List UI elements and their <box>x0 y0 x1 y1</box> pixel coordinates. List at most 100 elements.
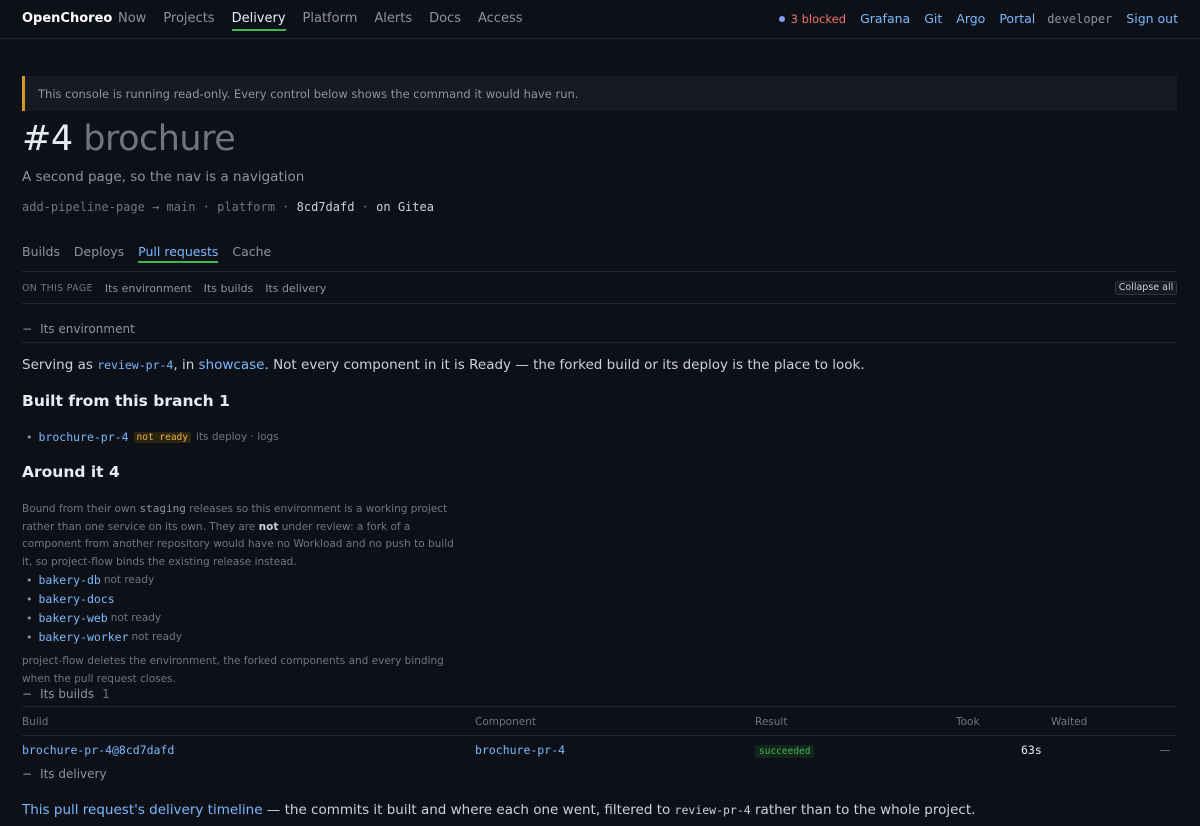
build-link[interactable]: brochure-pr-4@8cd7dafd <box>22 743 174 757</box>
took-value: 63s <box>1021 743 1042 757</box>
text: Serving as <box>22 357 98 373</box>
text: , in <box>173 357 199 373</box>
divider <box>22 303 1177 304</box>
nav-links: Now Projects Delivery Platform Alerts Do… <box>118 11 540 31</box>
brand-logo[interactable]: OpenChoreo <box>22 11 112 26</box>
pr-meta: add-pipeline-page → main · platform · 8c… <box>22 200 434 214</box>
read-only-banner: This console is running read-only. Every… <box>22 76 1177 111</box>
arrow-icon: → <box>152 200 160 214</box>
blocked-indicator[interactable]: 3 blocked <box>778 12 846 26</box>
component-link[interactable]: bakery-worker <box>39 630 129 644</box>
tab-bar: Builds Deploys Pull requests Cache <box>22 244 285 263</box>
nav-link-portal[interactable]: Portal <box>999 11 1035 26</box>
delivery-timeline-link[interactable]: This pull request's delivery timeline <box>22 802 263 818</box>
separator: · <box>202 200 210 214</box>
nav-link-alerts[interactable]: Alerts <box>374 11 412 31</box>
list-item: • bakery-db not ready <box>26 573 154 587</box>
separator: · <box>282 200 290 214</box>
on-this-page-label: ON THIS PAGE <box>22 283 93 294</box>
list-item: • brochure-pr-4 not ready its deploy · l… <box>26 430 279 444</box>
closing-note: project-flow deletes the environment, th… <box>22 655 444 685</box>
jump-delivery[interactable]: Its delivery <box>265 282 326 295</box>
text: Bound from their own <box>22 503 140 515</box>
divider <box>22 271 1177 272</box>
collapse-icon: − <box>22 687 33 701</box>
page-subtitle: A second page, so the nav is a navigatio… <box>22 169 305 185</box>
section-toggle-environment[interactable]: − Its environment <box>22 322 135 336</box>
divider <box>22 735 1177 736</box>
sign-out-link[interactable]: Sign out <box>1126 11 1178 26</box>
component-link[interactable]: bakery-web <box>39 611 108 625</box>
divider <box>22 706 1177 707</box>
nav-link-now[interactable]: Now <box>118 11 146 31</box>
column-header: Build <box>22 716 49 728</box>
on-this-page: ON THIS PAGE Its environment Its builds … <box>22 282 338 295</box>
text: . Not every component in it is Ready — t… <box>264 357 865 373</box>
section-title: Its builds <box>40 687 95 701</box>
around-heading: Around it 4 <box>22 463 120 481</box>
nav-link-grafana[interactable]: Grafana <box>860 11 910 26</box>
bullet-icon: • <box>26 573 33 587</box>
current-user: developer <box>1047 11 1113 26</box>
project-name: platform <box>217 200 275 214</box>
collapse-icon: − <box>22 767 33 781</box>
section-title: Its delivery <box>40 767 107 781</box>
collapse-all-button[interactable]: Collapse all <box>1115 281 1177 295</box>
page-title: #4 brochure <box>22 119 236 159</box>
target-branch: main <box>166 200 196 214</box>
status-text: not ready <box>110 612 162 624</box>
nav-link-delivery[interactable]: Delivery <box>231 11 286 31</box>
status-text: not ready <box>103 574 155 586</box>
status-badge: not ready <box>133 431 191 443</box>
project-link[interactable]: showcase <box>199 357 265 373</box>
component-link[interactable]: brochure-pr-4 <box>475 743 565 757</box>
jump-builds[interactable]: Its builds <box>204 282 254 295</box>
bullet-icon: • <box>26 630 33 644</box>
divider <box>22 342 1177 343</box>
component-link[interactable]: bakery-db <box>39 573 101 587</box>
tab-builds[interactable]: Builds <box>22 244 60 263</box>
nav-link-platform[interactable]: Platform <box>303 11 358 31</box>
environment-name: review-pr-4 <box>674 803 751 817</box>
bullet-icon: • <box>26 611 33 625</box>
bullet-icon: • <box>26 592 33 606</box>
component-link[interactable]: brochure-pr-4 <box>39 430 129 444</box>
nav-link-docs[interactable]: Docs <box>429 11 461 31</box>
branch-name: add-pipeline-page <box>22 200 145 214</box>
list-item: • bakery-docs <box>26 592 118 606</box>
section-title: Its environment <box>40 322 135 336</box>
section-toggle-delivery[interactable]: − Its delivery <box>22 767 107 781</box>
commit-sha: 8cd7dafd <box>296 200 355 214</box>
list-item: • bakery-worker not ready <box>26 630 182 644</box>
tab-cache[interactable]: Cache <box>232 244 271 263</box>
logs-link[interactable]: logs <box>257 431 278 443</box>
pr-number: #4 <box>22 119 73 159</box>
column-header: Took <box>956 716 980 728</box>
status-dot-icon <box>778 15 785 22</box>
column-header: Waited <box>1051 716 1088 728</box>
top-nav: OpenChoreo Now Projects Delivery Platfor… <box>0 0 1200 39</box>
delivery-lead: This pull request's delivery timeline — … <box>22 802 975 818</box>
nav-link-argo[interactable]: Argo <box>956 11 985 26</box>
deploy-link[interactable]: its deploy <box>196 431 247 443</box>
list-item: • bakery-web not ready <box>26 611 161 625</box>
nav-link-projects[interactable]: Projects <box>163 11 214 31</box>
nav-link-git[interactable]: Git <box>924 11 942 26</box>
environment-lead: Serving as review-pr-4, in showcase. Not… <box>22 357 865 373</box>
nav-link-access[interactable]: Access <box>478 11 523 31</box>
jump-environment[interactable]: Its environment <box>105 282 192 295</box>
separator: · <box>250 431 254 443</box>
inline-code: staging <box>139 502 186 515</box>
tab-deploys[interactable]: Deploys <box>74 244 124 263</box>
bullet-icon: • <box>26 430 33 444</box>
emphasis: not <box>258 520 279 533</box>
git-host: on Gitea <box>376 200 434 214</box>
section-toggle-builds[interactable]: − Its builds 1 <box>22 687 110 701</box>
text: — the commits it built and where each on… <box>262 802 675 818</box>
column-header: Component <box>475 716 536 728</box>
collapse-icon: − <box>22 322 33 336</box>
status-text: not ready <box>131 631 182 643</box>
component-link[interactable]: bakery-docs <box>39 592 115 606</box>
column-header: Result <box>755 716 788 728</box>
tab-pull-requests[interactable]: Pull requests <box>138 244 219 263</box>
